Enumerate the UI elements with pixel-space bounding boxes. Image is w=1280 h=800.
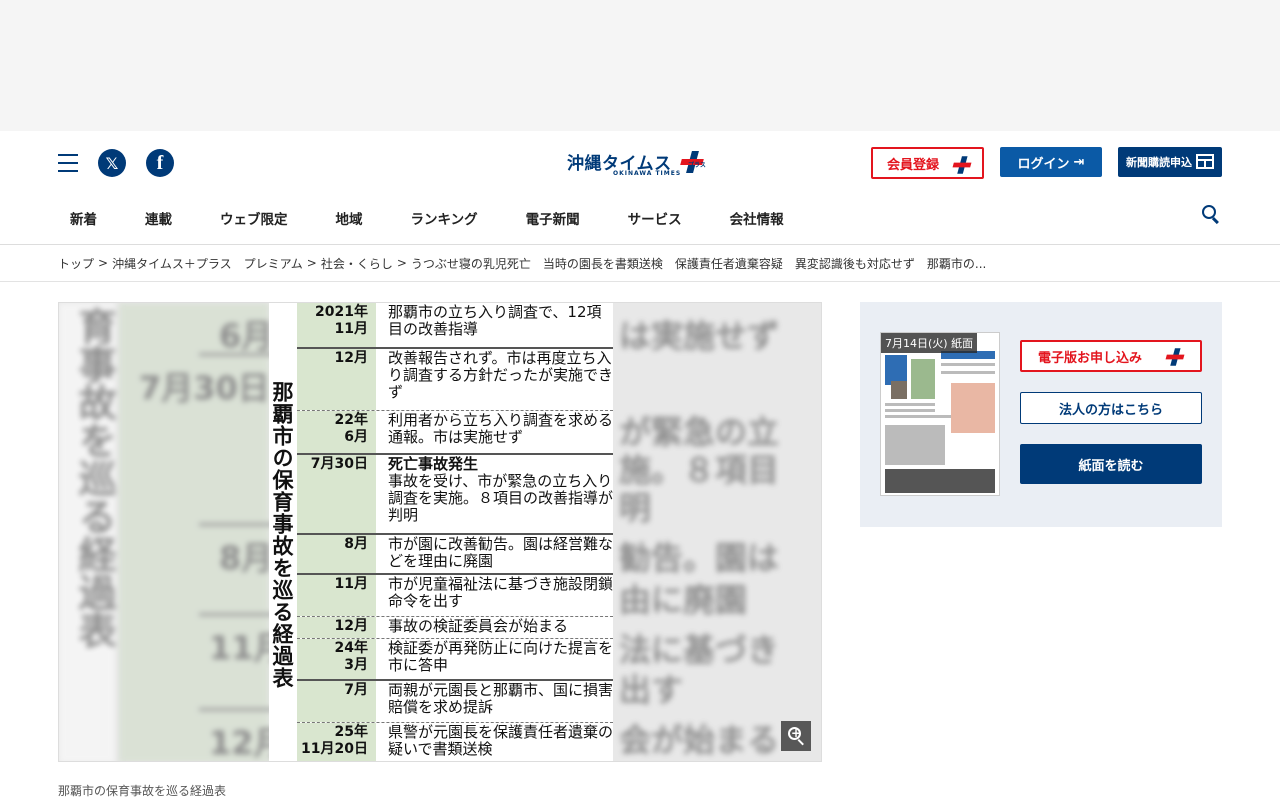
timeline-row: 25年 11月20日 県警が元園長を保護責任者遺棄の疑いで書類送検 (297, 723, 613, 761)
breadcrumb-separator: > (306, 256, 317, 270)
breadcrumb-current: うつぶせ寝の乳児死亡 当時の園長を書類送検 保護責任者遺棄容疑 異変認識後も対応… (410, 256, 987, 271)
timeline-event-highlight: 死亡事故発生 (388, 455, 479, 473)
search-icon[interactable] (1202, 205, 1222, 225)
plus-logo-icon (952, 156, 972, 174)
blur-right-text: 明 (619, 489, 652, 527)
timeline-event: 死亡事故発生 事故を受け、市が緊急の立ち入り調査を実施。８項目の改善指導が判明 (376, 455, 613, 533)
x-twitter-icon[interactable]: 𝕏 (98, 149, 126, 177)
zoom-in-icon[interactable]: + (781, 721, 811, 751)
timeline-event: 市が園に改善勧告。園は経営難などを理由に廃園 (376, 535, 613, 573)
breadcrumb-separator: > (98, 256, 109, 270)
timeline-infographic: 那覇市の保育事故を巡る経過表 2021年 11月 那覇市の立ち入り調査で、12項目… (269, 303, 613, 761)
site-header: 𝕏 f 沖縄タイムス OKINAWA TIMES プラス 会員登録 ログイン ⇥… (0, 131, 1280, 195)
subscribe-button[interactable]: 新聞購読申込 (1118, 147, 1222, 177)
blur-date: 6月 (219, 317, 274, 355)
login-button[interactable]: ログイン ⇥ (1000, 147, 1102, 177)
paper-date: 7月14日(火) 紙面 (881, 333, 978, 353)
logo-plus-text: プラス (688, 162, 706, 169)
timeline-date: 7月 (297, 681, 376, 722)
breadcrumb-separator: > (396, 256, 407, 270)
breadcrumb-premium[interactable]: 沖縄タイムス＋プラス プレミアム (112, 255, 303, 272)
hamburger-menu-icon[interactable] (58, 154, 78, 172)
subscribe-button-label: 新聞購読申込 (1126, 156, 1192, 169)
read-paper-button-label: 紙面を読む (1078, 458, 1144, 474)
timeline-event: 検証委が再発防止に向けた提言を市に答申 (376, 639, 613, 679)
timeline-row: 11月 市が児童福祉法に基づき施設閉鎖命令を出す (297, 575, 613, 617)
timeline-table: 2021年 11月 那覇市の立ち入り調査で、12項目の改善指導 12月 改善報告されず… (297, 303, 613, 761)
timeline-row: 12月 改善報告されず。市は再度立ち入り調査する方針だったが実施できず (297, 349, 613, 411)
nav-item-web-only[interactable]: ウェブ限定 (220, 208, 288, 228)
timeline-event: 那覇市の立ち入り調査で、12項目の改善指導 (376, 303, 613, 347)
login-button-label: ログイン (1017, 156, 1070, 172)
plus-logo-icon (1165, 348, 1185, 366)
logo-subtitle: OKINAWA TIMES (613, 170, 682, 177)
timeline-row: 22年 6月 利用者から立ち入り調査を求める通報。市は実施せず (297, 411, 613, 455)
e-paper-apply-button[interactable]: 電子版お申し込み (1020, 340, 1202, 372)
timeline-event: 事故の検証委員会が始まる (376, 617, 613, 638)
timeline-event: 利用者から立ち入り調査を求める通報。市は実施せず (376, 411, 613, 453)
corporate-button-label: 法人の方はこちら (1058, 402, 1163, 418)
nav-item-e-paper[interactable]: 電子新聞 (526, 208, 580, 228)
blur-right-text: は実施せず (619, 317, 780, 355)
register-button-label: 会員登録 (887, 157, 940, 173)
timeline-row: 12月 事故の検証委員会が始まる (297, 617, 613, 639)
blur-right-text: 会が始まる (619, 721, 780, 759)
login-arrow-icon: ⇥ (1073, 154, 1085, 170)
timeline-date: 2021年 11月 (297, 303, 376, 347)
breadcrumb-top[interactable]: トップ (58, 255, 94, 272)
blur-right-text: 出す (619, 671, 684, 709)
nav-item-series[interactable]: 連載 (145, 208, 172, 228)
nav-item-new[interactable]: 新着 (70, 208, 97, 228)
nav-item-company[interactable]: 会社情報 (730, 208, 784, 228)
e-paper-box: 7月14日(火) 紙面 電子版お申し込み 法人の方はこちら 紙面を読む (860, 302, 1222, 527)
nav-item-services[interactable]: サービス (628, 208, 682, 228)
read-paper-button[interactable]: 紙面を読む (1020, 444, 1202, 484)
timeline-row: 2021年 11月 那覇市の立ち入り調査で、12項目の改善指導 (297, 303, 613, 349)
e-paper-apply-label: 電子版お申し込み (1038, 350, 1143, 366)
timeline-event: 市が児童福祉法に基づき施設閉鎖命令を出す (376, 575, 613, 616)
timeline-event: 改善報告されず。市は再度立ち入り調査する方針だったが実施できず (376, 349, 613, 410)
timeline-event: 両親が元園長と那覇市、国に損害賠償を求め提訴 (376, 681, 613, 722)
timeline-date: 24年 3月 (297, 639, 376, 679)
timeline-row: 7月30日 死亡事故発生 事故を受け、市が緊急の立ち入り調査を実施。８項目の改善指導… (297, 455, 613, 535)
newspaper-thumbnail[interactable]: 7月14日(火) 紙面 (880, 332, 1000, 496)
blur-left-text: 育事故を巡る経過表 (72, 307, 116, 649)
breadcrumb-society[interactable]: 社会・くらし (321, 255, 393, 272)
blur-date: 8月 (219, 539, 274, 577)
advertisement-area (0, 0, 1280, 131)
nav-item-ranking[interactable]: ランキング (411, 208, 478, 228)
infographic-title: 那覇市の保育事故を巡る経過表 (269, 303, 297, 761)
main-content: 育事故を巡る経過表 6月 7月30日 8月 11月 12月 は実施せず が緊急の… (0, 282, 1280, 799)
blur-right-text: 由に廃園 (619, 581, 748, 619)
breadcrumb: トップ > 沖縄タイムス＋プラス プレミアム > 社会・くらし > うつぶせ寝の… (0, 245, 1280, 282)
image-caption: 那覇市の保育事故を巡る経過表 (58, 784, 227, 798)
timeline-row: 7月 両親が元園長と那覇市、国に損害賠償を求め提訴 (297, 681, 613, 723)
timeline-date: 11月 (297, 575, 376, 616)
newspaper-icon (1196, 154, 1214, 169)
register-button[interactable]: 会員登録 (871, 147, 984, 179)
timeline-row: 24年 3月 検証委が再発防止に向けた提言を市に答申 (297, 639, 613, 681)
timeline-row: 8月 市が園に改善勧告。園は経営難などを理由に廃園 (297, 535, 613, 575)
article-image[interactable]: 育事故を巡る経過表 6月 7月30日 8月 11月 12月 は実施せず が緊急の… (58, 302, 822, 762)
timeline-event-text: 事故を受け、市が緊急の立ち入り調査を実施。８項目の改善指導が判明 (388, 472, 614, 524)
timeline-date: 8月 (297, 535, 376, 573)
timeline-date: 7月30日 (297, 455, 376, 533)
corporate-button[interactable]: 法人の方はこちら (1020, 392, 1202, 424)
facebook-icon[interactable]: f (146, 149, 174, 177)
main-navigation: 新着 連載 ウェブ限定 地域 ランキング 電子新聞 サービス 会社情報 (0, 195, 1280, 245)
blur-right-text: 勧告。園は (619, 539, 780, 577)
timeline-date: 12月 (297, 349, 376, 410)
timeline-date: 12月 (297, 617, 376, 638)
site-logo[interactable]: 沖縄タイムス OKINAWA TIMES プラス (567, 147, 715, 181)
timeline-event: 県警が元園長を保護責任者遺棄の疑いで書類送検 (376, 723, 613, 761)
timeline-date: 25年 11月20日 (297, 723, 376, 761)
blur-date: 7月30日 (139, 369, 270, 407)
timeline-date: 22年 6月 (297, 411, 376, 453)
nav-item-region[interactable]: 地域 (336, 208, 363, 228)
